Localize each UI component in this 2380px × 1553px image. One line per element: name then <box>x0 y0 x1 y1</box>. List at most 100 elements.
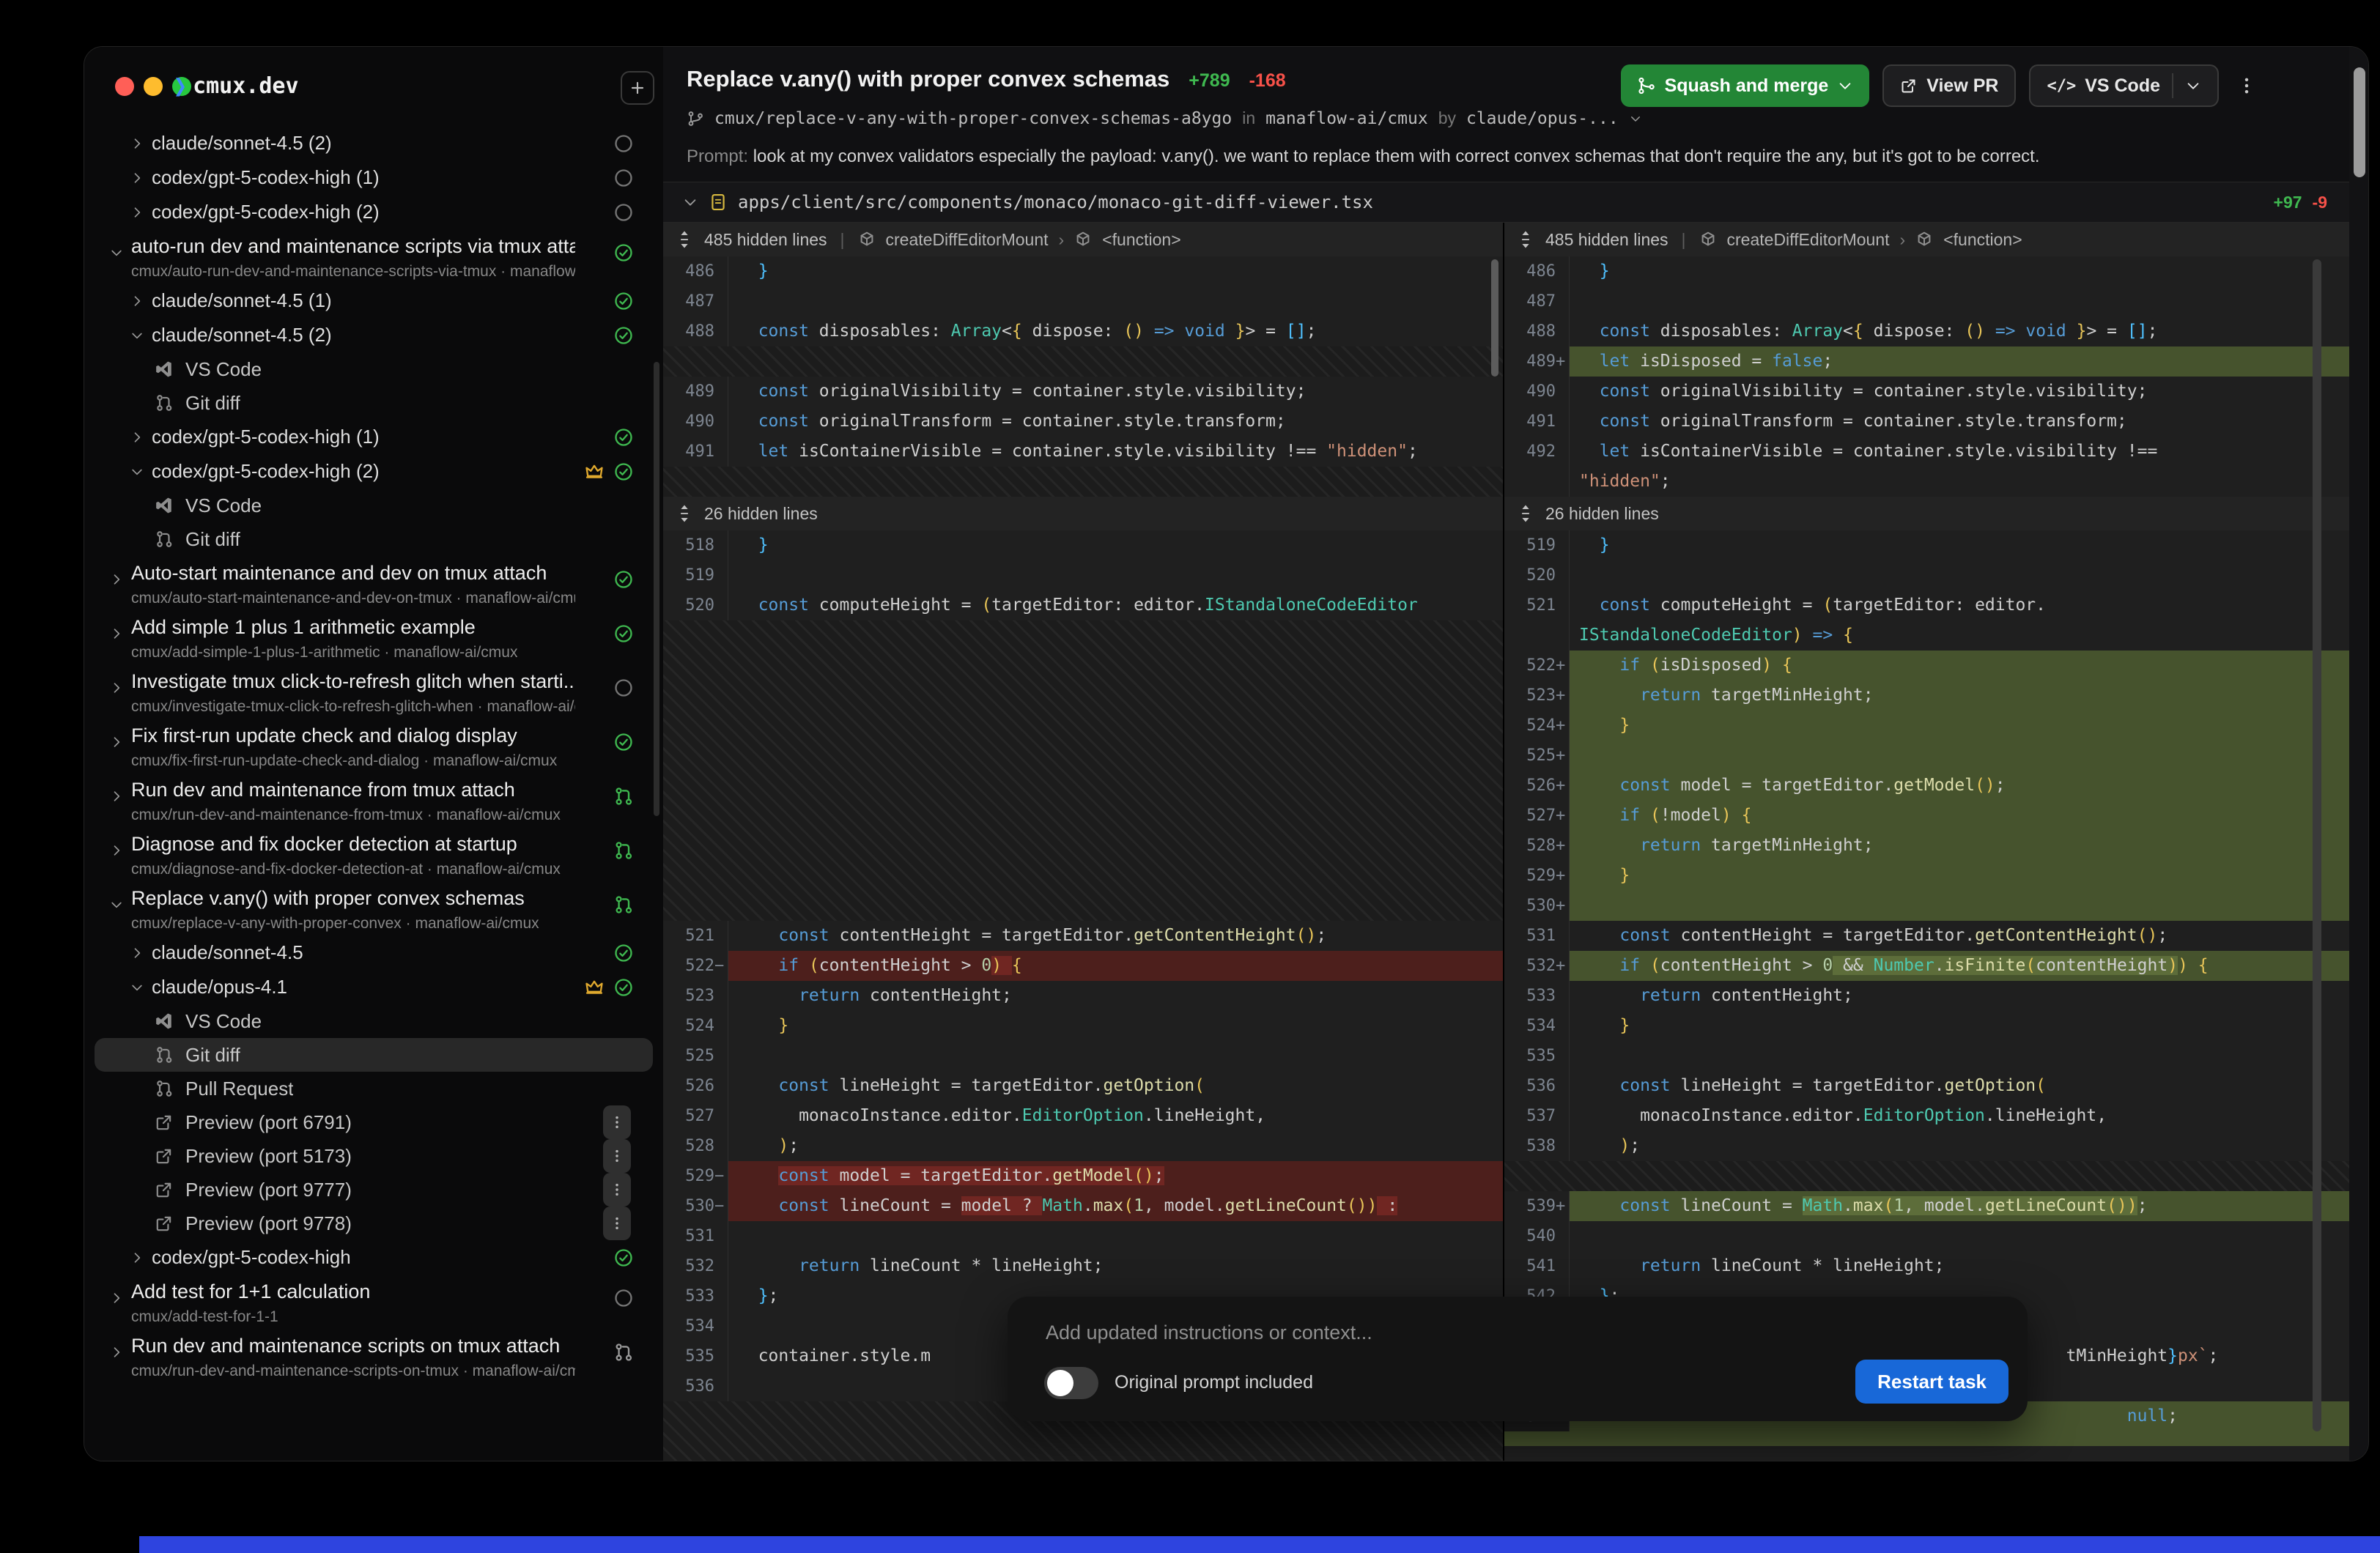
sidebar-item-preview-port-9777[interactable]: Preview (port 9777) <box>84 1173 663 1207</box>
unfold-icon[interactable] <box>1516 230 1535 249</box>
hidden-lines-header[interactable]: 26 hidden lines <box>1504 497 2349 530</box>
sidebar-item-diagnose-and-fix-docker-detection-at-startup[interactable]: Diagnose and fix docker detection at sta… <box>84 827 663 881</box>
unfold-icon[interactable] <box>675 230 694 249</box>
sidebar-item-preview-port-6791[interactable]: Preview (port 6791) <box>84 1105 663 1139</box>
sidebar-item-claude-sonnet-4-5[interactable]: claude/sonnet-4.5 <box>84 935 663 970</box>
chevron-right-icon[interactable] <box>130 1250 144 1265</box>
editor-scrollbar[interactable] <box>2313 259 2321 1431</box>
repo-name[interactable]: manaflow-ai/cmux <box>1265 109 1428 128</box>
unfold-icon[interactable] <box>1516 504 1535 523</box>
chevron-down-icon[interactable] <box>109 245 124 260</box>
sidebar-item-git-diff[interactable]: Git diff <box>84 522 663 556</box>
code-line: const lineCount = Math.max(1, model.getL… <box>1579 1191 2349 1221</box>
chevron-right-icon[interactable] <box>109 1291 124 1305</box>
chevron-right-icon[interactable] <box>109 572 124 587</box>
unfold-icon[interactable] <box>675 504 694 523</box>
view-pr-button[interactable]: View PR <box>1882 64 2016 107</box>
file-header[interactable]: apps/client/src/components/monaco/monaco… <box>663 182 2349 223</box>
sidebar-item-codex-gpt-5-codex-high-1[interactable]: codex/gpt-5-codex-high (1) <box>84 160 663 195</box>
hidden-lines-header[interactable]: 485 hidden lines|createDiffEditorMount›<… <box>1504 223 2349 256</box>
sidebar-item-fix-first-run-update-check-and-dialog-display[interactable]: Fix first-run update check and dialog di… <box>84 719 663 773</box>
diff-added-count: +789 <box>1189 70 1230 92</box>
sidebar-item-codex-gpt-5-codex-high-2[interactable]: codex/gpt-5-codex-high (2) <box>84 454 663 489</box>
code-line: const computeHeight = (targetEditor: edi… <box>738 590 1503 620</box>
sidebar-item-run-dev-and-maintenance-scripts-on-tmux-attach[interactable]: Run dev and maintenance scripts on tmux … <box>84 1329 663 1383</box>
status-complete-icon <box>613 977 634 998</box>
sidebar-item-claude-sonnet-4-5-1[interactable]: claude/sonnet-4.5 (1) <box>84 283 663 318</box>
instructions-input[interactable]: Add updated instructions or context... <box>1046 1322 1998 1344</box>
hidden-lines-header[interactable]: 26 hidden lines <box>663 497 1503 530</box>
sidebar-item-vs-code[interactable]: VS Code <box>84 1004 663 1038</box>
sidebar-item-claude-sonnet-4-5-2[interactable]: claude/sonnet-4.5 (2) <box>84 126 663 160</box>
preview-menu-button[interactable] <box>603 1105 631 1139</box>
chevron-down-icon[interactable] <box>130 464 144 479</box>
preview-menu-button[interactable] <box>603 1173 631 1207</box>
chevron-down-icon[interactable] <box>1837 78 1853 94</box>
sidebar-item-add-test-for-1-1-calculation[interactable]: Add test for 1+1 calculationcmux/add-tes… <box>84 1275 663 1329</box>
chevron-right-icon[interactable] <box>109 843 124 858</box>
chevron-down-icon[interactable] <box>130 980 144 995</box>
chevron-down-icon[interactable] <box>2185 78 2201 94</box>
external-link-icon <box>155 1214 174 1233</box>
preview-menu-button[interactable] <box>603 1207 631 1240</box>
chevron-down-icon[interactable] <box>130 328 144 343</box>
sidebar-item-claude-opus-4-1[interactable]: claude/opus-4.1 <box>84 970 663 1004</box>
original-prompt-toggle[interactable] <box>1044 1367 1098 1399</box>
sidebar-item-vs-code[interactable]: VS Code <box>84 489 663 522</box>
chevron-right-icon[interactable] <box>109 789 124 804</box>
sidebar-item-codex-gpt-5-codex-high-2[interactable]: codex/gpt-5-codex-high (2) <box>84 195 663 229</box>
window-scrollbar-track[interactable] <box>2349 47 2368 1461</box>
minimize-button[interactable] <box>144 77 163 96</box>
sidebar-item-investigate-tmux-click-to-refresh-glitch-when-starti[interactable]: Investigate tmux click-to-refresh glitch… <box>84 664 663 719</box>
chevron-right-icon[interactable] <box>130 171 144 185</box>
line-number: 533 <box>663 1281 728 1311</box>
chevron-right-icon[interactable] <box>130 205 144 220</box>
breadcrumb-symbol[interactable]: <function> <box>1102 230 1180 250</box>
sidebar-item-pull-request[interactable]: Pull Request <box>84 1072 663 1105</box>
sidebar-scrollbar[interactable] <box>654 362 659 816</box>
sidebar-item-git-diff[interactable]: Git diff <box>84 386 663 420</box>
chevron-right-icon[interactable] <box>109 735 124 749</box>
sidebar-item-vs-code[interactable]: VS Code <box>84 352 663 386</box>
sidebar-item-auto-run-dev-and-maintenance-scripts-via-tmux-atta[interactable]: auto-run dev and maintenance scripts via… <box>84 229 663 283</box>
chevron-right-icon[interactable] <box>130 430 144 445</box>
plus-icon[interactable] <box>621 71 654 105</box>
breadcrumb-symbol[interactable]: createDiffEditorMount <box>886 230 1049 250</box>
sidebar-item-preview-port-9778[interactable]: Preview (port 9778) <box>84 1207 663 1240</box>
editor-scrollbar[interactable] <box>1491 259 1498 377</box>
sidebar-item-replace-v-any-with-proper-convex-schemas[interactable]: Replace v.any() with proper convex schem… <box>84 881 663 935</box>
sidebar-item-run-dev-and-maintenance-from-tmux-attach[interactable]: Run dev and maintenance from tmux attach… <box>84 773 663 827</box>
diff-context-row: 538 ); <box>1504 1131 2349 1161</box>
sidebar-item-preview-port-5173[interactable]: Preview (port 5173) <box>84 1139 663 1173</box>
header-overflow-button[interactable] <box>2232 75 2261 96</box>
breadcrumb-symbol[interactable]: <function> <box>1943 230 2022 250</box>
chevron-right-icon[interactable] <box>130 946 144 960</box>
diff-context-row: 534 } <box>1504 1011 2349 1041</box>
close-button[interactable] <box>115 77 134 96</box>
squash-merge-button[interactable]: Squash and merge <box>1621 64 1870 107</box>
window-scrollbar-thumb[interactable] <box>2354 67 2365 177</box>
chevron-right-icon[interactable] <box>130 294 144 308</box>
preview-menu-button[interactable] <box>603 1139 631 1173</box>
chevron-down-icon[interactable] <box>682 194 698 210</box>
chevron-right-icon[interactable] <box>130 136 144 151</box>
sidebar-item-codex-gpt-5-codex-high[interactable]: codex/gpt-5-codex-high <box>84 1240 663 1275</box>
sidebar-item-codex-gpt-5-codex-high-1[interactable]: codex/gpt-5-codex-high (1) <box>84 420 663 454</box>
branch-name[interactable]: cmux/replace-v-any-with-proper-convex-sc… <box>714 109 1232 128</box>
chevron-down-icon[interactable] <box>1629 112 1642 125</box>
chevron-right-icon[interactable] <box>109 626 124 641</box>
line-number: 536 <box>1504 1071 1569 1101</box>
sidebar-item-add-simple-1-plus-1-arithmetic-example[interactable]: Add simple 1 plus 1 arithmetic examplecm… <box>84 610 663 664</box>
sidebar-item-auto-start-maintenance-and-dev-on-tmux-attach[interactable]: Auto-start maintenance and dev on tmux a… <box>84 556 663 610</box>
chevron-right-icon[interactable] <box>109 681 124 695</box>
sidebar-item-git-diff[interactable]: Git diff <box>95 1038 653 1072</box>
sidebar-item-claude-sonnet-4-5-2[interactable]: claude/sonnet-4.5 (2) <box>84 318 663 352</box>
chevron-right-icon[interactable] <box>109 1345 124 1360</box>
chevron-down-icon[interactable] <box>109 897 124 912</box>
vscode-button[interactable]: </> VS Code <box>2029 64 2219 107</box>
hidden-lines-header[interactable]: 485 hidden lines|createDiffEditorMount›<… <box>663 223 1503 256</box>
pull-request-icon <box>155 1079 174 1098</box>
agent-name[interactable]: claude/opus-... <box>1466 109 1619 128</box>
restart-task-button[interactable]: Restart task <box>1855 1360 2008 1404</box>
breadcrumb-symbol[interactable]: createDiffEditorMount <box>1727 230 1890 250</box>
